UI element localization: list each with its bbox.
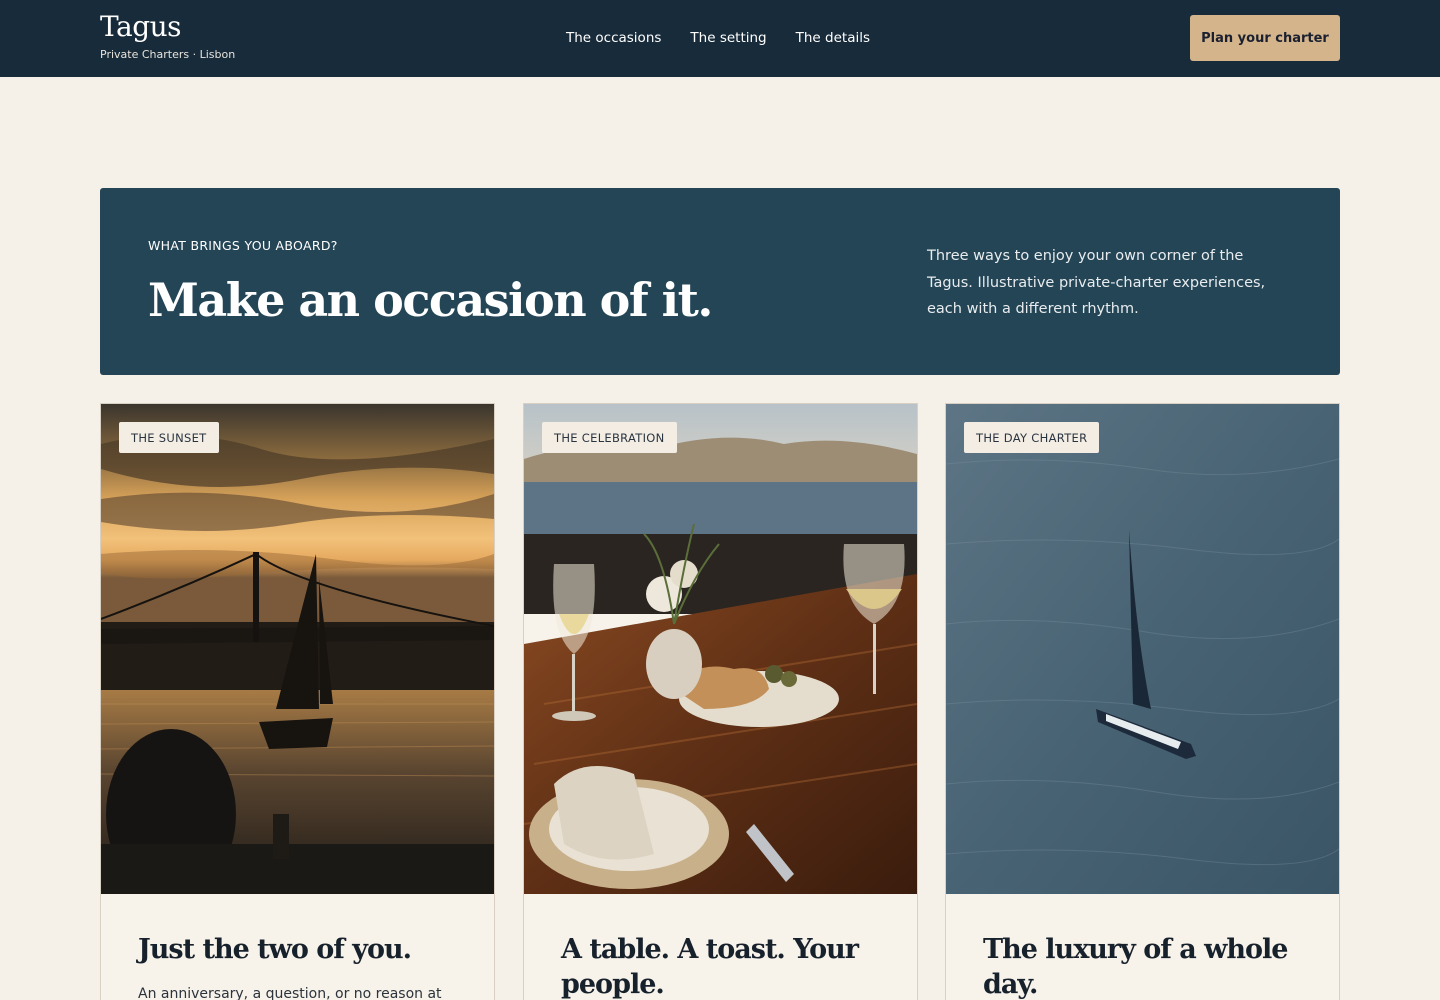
brand-name[interactable]: Tagus xyxy=(100,10,235,44)
brand[interactable]: Tagus Private Charters · Lisbon xyxy=(100,10,235,61)
card-badge: THE DAY CHARTER xyxy=(964,422,1100,453)
occasion-card-day-charter[interactable]: THE DAY CHARTER The luxury of a whole da… xyxy=(945,403,1340,1000)
nav-link-occasions[interactable]: The occasions xyxy=(566,29,661,47)
banner-description: Three ways to enjoy your own corner of t… xyxy=(927,248,1266,317)
card-badge: THE SUNSET xyxy=(119,422,219,453)
brand-subtitle: Private Charters · Lisbon xyxy=(100,48,236,61)
occasion-card-celebration[interactable]: THE CELEBRATION A table. A toast. Your p… xyxy=(523,403,918,1000)
plan-charter-button[interactable]: Plan your charter xyxy=(1190,15,1340,61)
nav-link-details[interactable]: The details xyxy=(796,29,870,47)
banner-headline: Make an occasion of it. xyxy=(148,273,713,327)
card-title: A table. A toast. Your people. xyxy=(561,934,859,1000)
occasions-banner: WHAT BRINGS YOU ABOARD? Make an occasion… xyxy=(100,188,1340,375)
banner-eyebrow: WHAT BRINGS YOU ABOARD? xyxy=(148,238,338,253)
sunset-image: THE SUNSET xyxy=(101,404,494,894)
day-charter-image: THE DAY CHARTER xyxy=(946,404,1339,894)
site-header: Tagus Private Charters · Lisbon The occa… xyxy=(0,0,1440,77)
occasion-card-sunset[interactable]: THE SUNSET Just the two of you. An anniv… xyxy=(100,403,495,1000)
main-nav: The occasions The setting The details xyxy=(566,29,870,47)
celebration-image: THE CELEBRATION xyxy=(524,404,917,894)
card-title: Just the two of you. xyxy=(138,934,412,965)
nav-link-setting[interactable]: The setting xyxy=(690,29,766,47)
card-badge: THE CELEBRATION xyxy=(542,422,677,453)
card-description: An anniversary, a question, or no reason… xyxy=(138,986,442,1000)
card-title: The luxury of a whole day. xyxy=(983,934,1288,1000)
